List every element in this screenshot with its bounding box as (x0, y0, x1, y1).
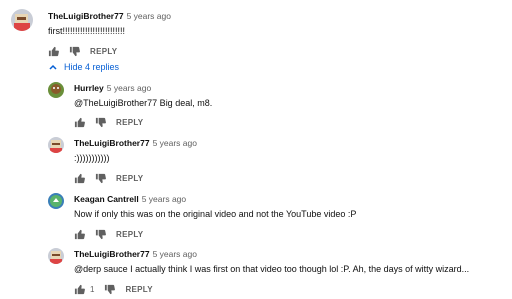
comment-actions: REPLY (73, 172, 143, 184)
reply-button[interactable]: REPLY (125, 285, 152, 294)
comment-author[interactable]: Hurrley 5 years ago (74, 83, 151, 93)
comment-actions: REPLY (73, 228, 143, 240)
avatar[interactable] (48, 137, 64, 153)
hide-replies-button[interactable]: Hide 4 replies (48, 62, 119, 72)
thumbs-down-icon[interactable] (103, 283, 115, 295)
thumbs-down-icon[interactable] (94, 116, 106, 128)
comment-text: @derp sauce I actually think I was first… (74, 264, 470, 274)
thumbs-down-icon[interactable] (68, 45, 80, 57)
thumbs-up-icon[interactable] (73, 172, 85, 184)
comment-text: first!!!!!!!!!!!!!!!!!!!!!!!!! (48, 26, 126, 36)
reply-button[interactable]: REPLY (116, 118, 143, 127)
comment-author[interactable]: Keagan Cantrell 5 years ago (74, 194, 186, 204)
avatar[interactable] (11, 9, 33, 31)
comment-author[interactable]: TheLuigiBrother77 5 years ago (74, 138, 197, 148)
comment-text: Now if only this was on the original vid… (74, 209, 357, 219)
thumbs-down-icon[interactable] (94, 172, 106, 184)
reply-button[interactable]: REPLY (90, 47, 117, 56)
comment-author[interactable]: TheLuigiBrother77 5 years ago (74, 249, 197, 259)
hide-replies-label: Hide 4 replies (64, 62, 120, 72)
comment-text: :))))))))))) (74, 153, 110, 163)
thumbs-up-icon[interactable] (73, 283, 85, 295)
comment-actions: REPLY (47, 45, 117, 57)
like-count: 1 (90, 284, 95, 294)
comment-timestamp[interactable]: 5 years ago (142, 194, 186, 204)
comment-timestamp[interactable]: 5 years ago (153, 138, 197, 148)
comment-timestamp[interactable]: 5 years ago (153, 249, 197, 259)
avatar[interactable] (48, 248, 64, 264)
thumbs-up-icon[interactable] (47, 45, 59, 57)
thumbs-up-icon[interactable] (73, 228, 85, 240)
thumbs-down-icon[interactable] (94, 228, 106, 240)
reply-button[interactable]: REPLY (116, 230, 143, 239)
comment-timestamp[interactable]: 5 years ago (107, 83, 151, 93)
comment-text: @TheLuigiBrother77 Big deal, m8. (74, 98, 213, 108)
chevron-up-icon (48, 62, 58, 72)
reply-button[interactable]: REPLY (116, 174, 143, 183)
avatar[interactable] (48, 82, 64, 98)
comment-timestamp[interactable]: 5 years ago (127, 11, 171, 21)
comment-actions: 1 REPLY (73, 283, 153, 295)
comment-actions: REPLY (73, 116, 143, 128)
thumbs-up-icon[interactable] (73, 116, 85, 128)
avatar[interactable] (48, 193, 64, 209)
comment-author[interactable]: TheLuigiBrother77 5 years ago (48, 11, 171, 21)
